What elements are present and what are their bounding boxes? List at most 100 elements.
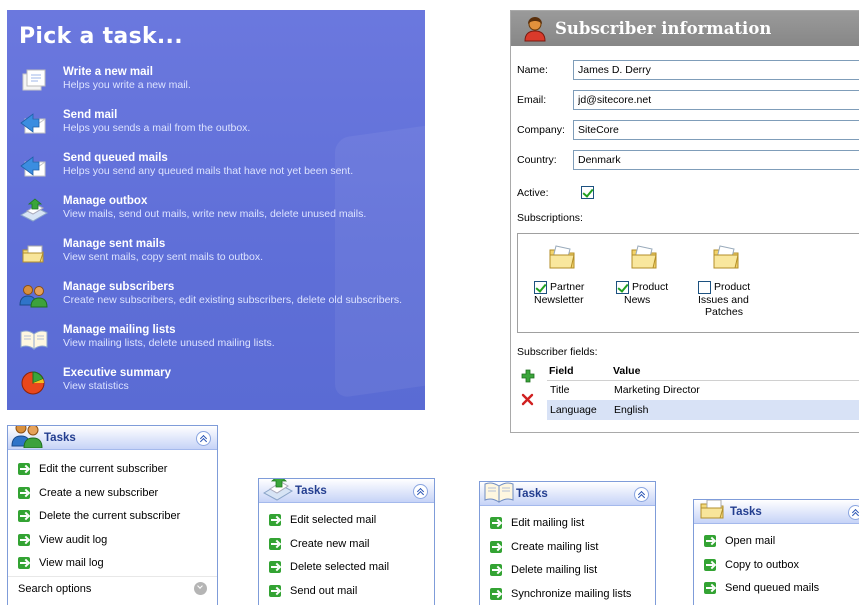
task-label: Edit the current subscriber <box>39 463 168 475</box>
subscription-line2: Newsletter <box>534 294 584 306</box>
subscription-checkbox[interactable] <box>534 281 547 294</box>
pick-item-manage-sent[interactable]: Manage sent mails View sent mails, copy … <box>17 238 422 281</box>
collapse-icon[interactable] <box>634 487 649 502</box>
subscriber-fields-label: Subscriber fields: <box>517 346 598 358</box>
pick-task-list: Write a new mail Helps you write a new m… <box>17 66 422 410</box>
pick-task-panel: Pick a task... Write a new mail Helps yo… <box>7 10 425 410</box>
send-mail-icon <box>20 113 46 134</box>
search-options-row[interactable]: Search options <box>8 575 217 600</box>
subscriber-header: Subscriber information <box>511 11 859 46</box>
task-label: Delete mailing list <box>511 564 598 576</box>
task-delete-selected-mail[interactable]: Delete selected mail <box>259 556 434 580</box>
pick-item-desc: Helps you sends a mail from the outbox. <box>63 122 251 134</box>
task-label: View mail log <box>39 557 104 569</box>
subscription-checkbox[interactable] <box>698 281 711 294</box>
pick-item-desc: Helps you send any queued mails that hav… <box>63 165 354 177</box>
task-box-outbox: Tasks Edit selected mail Create new mail… <box>258 478 435 605</box>
task-view-audit-log[interactable]: View audit log <box>8 529 217 553</box>
collapse-icon[interactable] <box>413 484 428 499</box>
task-create-mailing-list[interactable]: Create mailing list <box>480 536 655 560</box>
arrow-right-icon <box>269 584 281 597</box>
subscription-product-issues[interactable]: Product Issues and Patches <box>690 234 762 318</box>
task-delete-current-subscriber[interactable]: Delete the current subscriber <box>8 505 217 529</box>
subscription-checkbox[interactable] <box>616 281 629 294</box>
subscription-product-news[interactable]: Product News <box>608 234 680 306</box>
subscriber-fields-table: Field Value Title Marketing Director Lan… <box>547 363 859 420</box>
pick-item-desc: Helps you write a new mail. <box>63 79 191 91</box>
send-queued-icon <box>20 156 46 177</box>
subscriber-info-panel: Subscriber information Name: Email: Comp… <box>510 10 859 433</box>
pick-item-desc: Create new subscribers, edit existing su… <box>63 294 403 306</box>
arrow-right-icon <box>269 514 281 526</box>
pick-item-send-mail[interactable]: Send mail Helps you sends a mail from th… <box>17 109 422 152</box>
subscription-line1: Product <box>714 281 751 293</box>
task-create-new-subscriber[interactable]: Create a new subscriber <box>8 482 217 506</box>
task-copy-to-outbox[interactable]: Copy to outbox <box>694 554 859 578</box>
company-label: Company: <box>517 124 565 136</box>
value-column-header: Value <box>611 363 859 381</box>
task-edit-mailing-list[interactable]: Edit mailing list <box>480 512 655 536</box>
subscriber-title: Subscriber information <box>555 19 772 38</box>
task-box-subscribers: Tasks Edit the current subscriber Create… <box>7 425 218 605</box>
delete-field-icon[interactable] <box>521 393 534 406</box>
arrow-right-icon <box>490 564 502 576</box>
task-send-queued-mails[interactable]: Send queued mails <box>694 577 859 601</box>
pick-item-write-new-mail[interactable]: Write a new mail Helps you write a new m… <box>17 66 422 109</box>
subscription-label: Partner Newsletter <box>526 281 598 306</box>
task-synchronize-mailing-lists[interactable]: Synchronize mailing lists <box>480 583 655 605</box>
task-edit-selected-mail[interactable]: Edit selected mail <box>259 509 434 533</box>
collapse-icon[interactable] <box>848 505 859 520</box>
email-field[interactable] <box>573 90 859 110</box>
pick-item-manage-subscribers[interactable]: Manage subscribers Create new subscriber… <box>17 281 422 324</box>
pick-item-desc: View mailing lists, delete unused mailin… <box>63 337 275 349</box>
subscribers-icon <box>11 426 43 448</box>
active-checkbox[interactable] <box>581 186 594 199</box>
expand-icon[interactable] <box>194 581 207 595</box>
table-row[interactable]: Title Marketing Director <box>547 380 859 400</box>
subscription-line1: Partner <box>550 281 585 293</box>
pick-item-manage-outbox[interactable]: Manage outbox View mails, send out mails… <box>17 195 422 238</box>
pick-item-title: Manage mailing lists <box>63 324 176 336</box>
task-edit-current-subscriber[interactable]: Edit the current subscriber <box>8 458 217 482</box>
new-mail-icon <box>22 69 46 91</box>
pick-item-title: Send mail <box>63 109 118 121</box>
fields-header-row: Field Value <box>547 363 859 381</box>
task-view-mail-log[interactable]: View mail log <box>8 552 217 576</box>
mailing-lists-icon <box>20 330 48 350</box>
task-label: Send out mail <box>290 584 358 597</box>
name-label: Name: <box>517 64 548 76</box>
search-options-label: Search options <box>18 582 92 595</box>
outbox-icon <box>19 198 49 222</box>
task-label: Create mailing list <box>511 540 599 553</box>
task-label: Edit selected mail <box>290 514 377 526</box>
pick-item-title: Executive summary <box>63 367 172 379</box>
arrow-right-icon <box>18 463 30 475</box>
add-field-icon[interactable] <box>521 369 535 383</box>
arrow-right-icon <box>269 561 281 573</box>
value-cell: English <box>611 400 859 420</box>
task-send-out-mail[interactable]: Send out mail <box>259 580 434 604</box>
country-field[interactable] <box>573 150 859 170</box>
task-box-title: Tasks <box>44 432 76 444</box>
task-open-mail[interactable]: Open mail <box>694 530 859 554</box>
subscription-label: Product News <box>608 281 680 306</box>
name-field[interactable] <box>573 60 859 80</box>
company-field[interactable] <box>573 120 859 140</box>
arrow-right-icon <box>704 582 716 594</box>
country-label: Country: <box>517 154 557 166</box>
task-label: Create new mail <box>290 537 370 550</box>
pick-item-desc: View mails, send out mails, write new ma… <box>63 208 367 220</box>
collapse-icon[interactable] <box>196 431 211 446</box>
task-box-title: Tasks <box>730 506 762 518</box>
pick-item-manage-lists[interactable]: Manage mailing lists View mailing lists,… <box>17 324 422 367</box>
table-row[interactable]: Language English <box>547 400 859 420</box>
task-label: Send queued mails <box>725 582 820 594</box>
task-delete-mailing-list[interactable]: Delete mailing list <box>480 559 655 583</box>
outbox-icon <box>262 479 294 501</box>
pick-item-send-queued[interactable]: Send queued mails Helps you send any que… <box>17 152 422 195</box>
pick-item-title: Send queued mails <box>63 152 168 164</box>
pick-item-executive-summary[interactable]: Executive summary View statistics <box>17 367 422 410</box>
subscription-line1: Product <box>632 281 669 293</box>
task-create-new-mail[interactable]: Create new mail <box>259 533 434 557</box>
subscription-partner-newsletter[interactable]: Partner Newsletter <box>526 234 598 306</box>
